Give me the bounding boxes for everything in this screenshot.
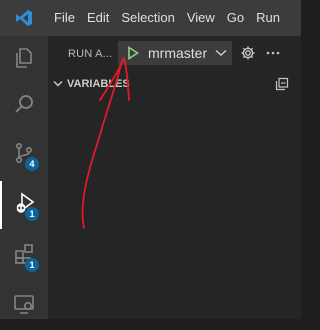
title-bar: File Edit Selection View Go Run: [0, 0, 301, 36]
explorer-button[interactable]: [0, 36, 48, 84]
gear-icon[interactable]: [239, 44, 257, 62]
chevron-down-icon: [215, 49, 227, 57]
collapse-all-icon[interactable]: [273, 75, 291, 93]
search-button[interactable]: [0, 82, 48, 130]
menu-file[interactable]: File: [48, 0, 81, 36]
variables-section-title: VARIABLES: [67, 78, 130, 90]
extensions-badge: 1: [25, 258, 39, 272]
activity-bar: 4 1 1: [0, 36, 48, 319]
run-debug-button[interactable]: 1: [0, 181, 48, 229]
run-debug-panel: RUN A... mrmaster VARIABLES: [48, 36, 301, 319]
start-debugging-button[interactable]: [122, 42, 144, 64]
vscode-logo-icon: [0, 0, 48, 36]
remote-explorer-button[interactable]: [0, 282, 48, 330]
files-icon: [12, 46, 36, 75]
configuration-name: mrmaster: [148, 45, 208, 61]
menu-run[interactable]: Run: [250, 0, 286, 36]
run-debug-badge: 1: [25, 207, 39, 221]
more-actions-icon[interactable]: [264, 44, 282, 62]
search-icon: [12, 92, 36, 121]
extensions-button[interactable]: 1: [0, 232, 48, 280]
panel-title: RUN A...: [68, 47, 113, 60]
source-control-badge: 4: [25, 157, 39, 171]
menu-selection[interactable]: Selection: [115, 0, 180, 36]
menu-edit[interactable]: Edit: [81, 0, 115, 36]
menu-go[interactable]: Go: [221, 0, 250, 36]
chevron-down-icon: [53, 80, 63, 88]
remote-explorer-icon: [12, 292, 36, 321]
menu-view[interactable]: View: [181, 0, 221, 36]
debug-configuration-dropdown[interactable]: mrmaster: [118, 41, 232, 65]
source-control-button[interactable]: 4: [0, 131, 48, 179]
variables-section-header[interactable]: VARIABLES: [48, 73, 301, 95]
